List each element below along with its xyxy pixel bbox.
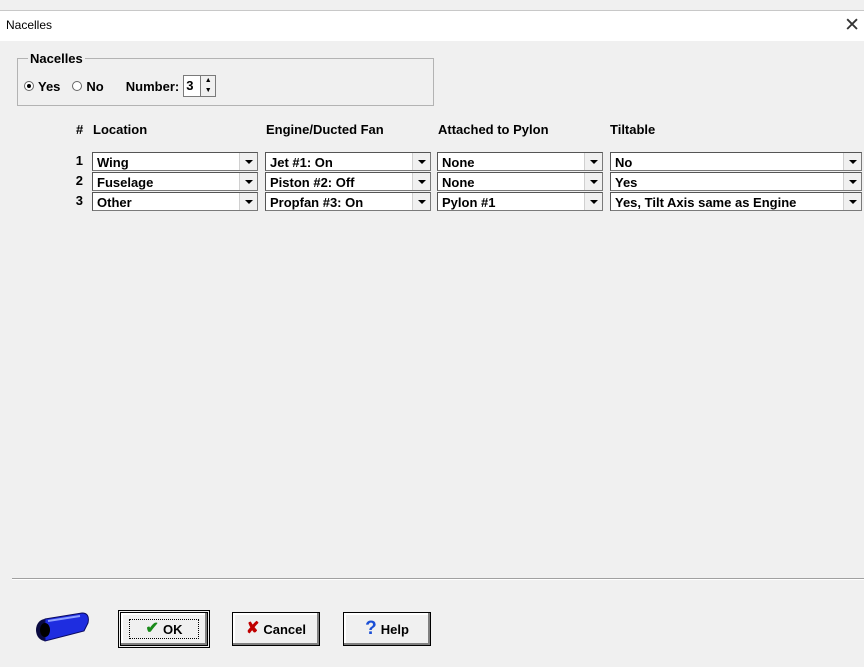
location-value: Fuselage	[97, 175, 154, 190]
focus-rect	[129, 619, 199, 639]
pylon-select[interactable]: Pylon #1	[437, 192, 603, 211]
nacelles-groupbox: Nacelles Yes No Number: 3 ▲ ▼	[17, 51, 434, 106]
location-select[interactable]: Wing	[92, 152, 258, 171]
pylon-select[interactable]: None	[437, 152, 603, 171]
number-spinner[interactable]: ▲ ▼	[201, 75, 217, 97]
x-icon: ✘	[245, 620, 260, 637]
cancel-button[interactable]: ✘ Cancel	[232, 612, 320, 646]
dropdown-arrow-icon[interactable]	[584, 173, 602, 190]
number-input[interactable]: 3	[183, 75, 202, 97]
dropdown-arrow-icon[interactable]	[412, 173, 430, 190]
dropdown-arrow-icon[interactable]	[239, 153, 257, 170]
nacelles-legend: Nacelles	[28, 51, 85, 66]
no-radio-label[interactable]: No	[86, 79, 103, 94]
tiltable-value: Yes, Tilt Axis same as Engine	[615, 195, 797, 210]
engine-value: Propfan #3: On	[270, 195, 364, 210]
nacelles-options: Yes No Number: 3 ▲ ▼	[24, 75, 217, 97]
pylon-select[interactable]: None	[437, 172, 603, 191]
spin-down-icon[interactable]: ▼	[201, 86, 215, 96]
row-number: 3	[75, 193, 83, 208]
dropdown-arrow-icon[interactable]	[843, 173, 861, 190]
tiltable-select[interactable]: No	[610, 152, 862, 171]
dropdown-arrow-icon[interactable]	[239, 193, 257, 210]
header-engine: Engine/Ducted Fan	[266, 122, 384, 137]
location-select[interactable]: Fuselage	[92, 172, 258, 191]
ok-button[interactable]: ✔ OK	[118, 610, 210, 648]
cancel-label: Cancel	[263, 621, 307, 637]
location-value: Other	[97, 195, 132, 210]
no-radio[interactable]	[72, 81, 83, 91]
help-label: Help	[380, 621, 409, 637]
engine-select[interactable]: Jet #1: On	[265, 152, 431, 171]
row-number: 1	[75, 153, 83, 168]
pylon-value: None	[442, 175, 475, 190]
tiltable-select[interactable]: Yes, Tilt Axis same as Engine	[610, 192, 862, 211]
yes-radio-label[interactable]: Yes	[38, 79, 60, 94]
pylon-value: Pylon #1	[442, 195, 496, 210]
question-icon: ?	[365, 618, 377, 639]
dropdown-arrow-icon[interactable]	[412, 193, 430, 210]
tiltable-select[interactable]: Yes	[610, 172, 862, 191]
location-select[interactable]: Other	[92, 192, 258, 211]
yes-radio[interactable]	[24, 81, 34, 91]
engine-value: Jet #1: On	[270, 155, 333, 170]
engine-select[interactable]: Propfan #3: On	[265, 192, 431, 211]
tiltable-value: No	[615, 155, 633, 170]
row-number: 2	[75, 173, 83, 188]
dropdown-arrow-icon[interactable]	[843, 153, 861, 170]
title-bar: Nacelles ✕	[0, 10, 864, 41]
engine-value: Piston #2: Off	[270, 175, 355, 190]
spin-up-icon[interactable]: ▲	[201, 76, 215, 86]
header-pylon: Attached to Pylon	[438, 122, 549, 137]
number-label: Number:	[125, 78, 180, 94]
window-title: Nacelles	[6, 18, 53, 32]
dropdown-arrow-icon[interactable]	[584, 193, 602, 210]
footer-divider	[12, 578, 864, 580]
location-value: Wing	[97, 155, 129, 170]
header-number: #	[76, 122, 84, 137]
pylon-value: None	[442, 155, 475, 170]
dropdown-arrow-icon[interactable]	[584, 153, 602, 170]
header-tiltable: Tiltable	[610, 122, 656, 137]
nacelle-icon	[36, 612, 89, 642]
help-button[interactable]: ? Help	[343, 612, 431, 646]
dropdown-arrow-icon[interactable]	[412, 153, 430, 170]
header-location: Location	[93, 122, 148, 137]
close-button[interactable]: ✕	[844, 14, 860, 37]
dropdown-arrow-icon[interactable]	[239, 173, 257, 190]
tiltable-value: Yes	[615, 175, 638, 190]
engine-select[interactable]: Piston #2: Off	[265, 172, 431, 191]
dropdown-arrow-icon[interactable]	[843, 193, 861, 210]
